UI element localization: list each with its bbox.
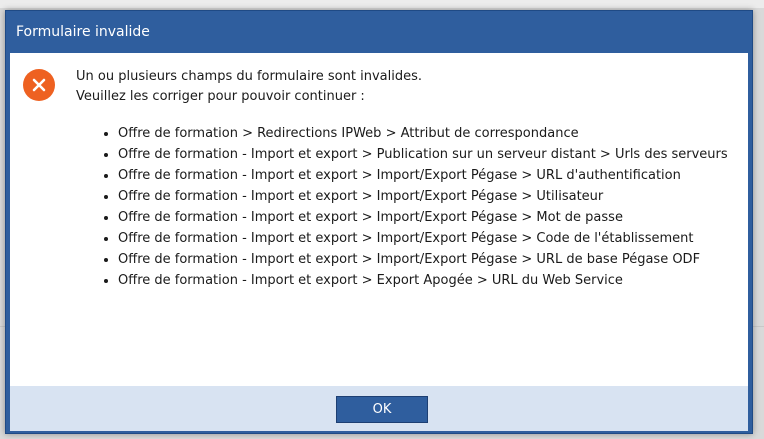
dialog-content: Un ou plusieurs champs du formulaire son… (10, 53, 748, 386)
error-list-item: Offre de formation - Import et export > … (118, 186, 748, 207)
error-list-item: Offre de formation - Import et export > … (118, 270, 748, 291)
error-message: Un ou plusieurs champs du formulaire son… (76, 67, 422, 107)
dialog-titlebar: Formulaire invalide (6, 11, 752, 53)
error-x-icon (23, 69, 55, 101)
error-list-item: Offre de formation - Import et export > … (118, 165, 748, 186)
message-line-1: Un ou plusieurs champs du formulaire son… (76, 69, 422, 84)
message-line-2: Veuillez les corriger pour pouvoir conti… (76, 89, 365, 104)
error-list-item: Offre de formation - Import et export > … (118, 249, 748, 270)
dialog-footer: OK (10, 386, 748, 431)
error-list-item: Offre de formation > Redirections IPWeb … (118, 123, 748, 144)
background-window-strip (0, 0, 764, 8)
error-list-item: Offre de formation - Import et export > … (118, 144, 748, 165)
error-dialog: Formulaire invalide Un ou plusieurs cham… (5, 10, 753, 434)
dialog-title: Formulaire invalide (16, 24, 150, 40)
error-list: Offre de formation > Redirections IPWeb … (98, 123, 748, 291)
error-list-item: Offre de formation - Import et export > … (118, 207, 748, 228)
ok-button[interactable]: OK (336, 396, 428, 423)
error-list-item: Offre de formation - Import et export > … (118, 228, 748, 249)
